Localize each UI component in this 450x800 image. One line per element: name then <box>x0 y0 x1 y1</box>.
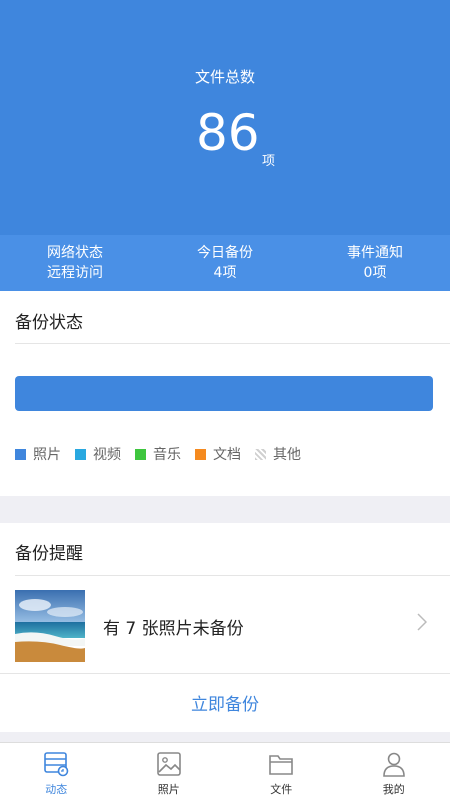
stat-today-backup-value: 4项 <box>213 265 237 281</box>
tab-label: 我的 <box>382 783 405 796</box>
legend-swatch <box>15 448 26 460</box>
backup-progress-bar <box>15 376 433 411</box>
tab-label: 文件 <box>270 783 293 796</box>
header-summary: 文件总数 86 项 <box>0 0 450 235</box>
total-files-unit: 项 <box>262 154 276 169</box>
divider <box>15 343 450 344</box>
folder-icon <box>269 755 294 775</box>
legend-swatch <box>135 448 146 460</box>
backup-now-button[interactable]: 立即备份 <box>0 673 450 732</box>
legend-label: 文档 <box>213 447 241 463</box>
legend-item-music: 音乐 <box>135 444 181 464</box>
stat-notifications-title: 事件通知 <box>347 245 403 261</box>
legend-item-other: 其他 <box>255 444 301 464</box>
legend-label: 其他 <box>273 447 301 463</box>
tab-bar: 动态 照片 文件 我的 <box>0 742 450 800</box>
user-icon <box>382 752 405 777</box>
stat-network[interactable]: 网络状态 远程访问 <box>0 235 150 291</box>
total-files-count: 86 <box>196 104 260 162</box>
backup-status-title: 备份状态 <box>15 313 83 333</box>
reminder-message: 有 7 张照片未备份 <box>103 619 244 639</box>
chevron-right-icon <box>417 612 428 636</box>
stat-network-title: 网络状态 <box>47 245 103 261</box>
legend-item-document: 文档 <box>195 444 241 464</box>
legend-item-video: 视频 <box>75 444 121 464</box>
legend-label: 音乐 <box>153 447 181 463</box>
legend-swatch <box>75 448 86 460</box>
stat-notifications-value: 0项 <box>363 265 387 281</box>
activity-icon <box>44 752 69 777</box>
stat-network-value: 远程访问 <box>47 265 103 281</box>
legend: 照片 视频 音乐 文档 其他 <box>15 444 315 464</box>
total-files-label: 文件总数 <box>194 68 255 86</box>
tab-activity[interactable]: 动态 <box>0 743 113 800</box>
tab-files[interactable]: 文件 <box>225 743 338 800</box>
tab-label: 照片 <box>157 783 180 796</box>
stat-notifications[interactable]: 事件通知 0项 <box>300 235 450 291</box>
stat-today-backup[interactable]: 今日备份 4项 <box>150 235 300 291</box>
photo-icon <box>156 752 181 776</box>
backup-status-card: 备份状态 照片 视频 音乐 文档 其他 <box>0 291 450 496</box>
stats-bar: 网络状态 远程访问 今日备份 4项 事件通知 0项 <box>0 235 450 291</box>
legend-swatch <box>255 448 266 460</box>
legend-label: 照片 <box>33 447 61 463</box>
backup-reminder-card: 备份提醒 有 7 张照片未备份 立即备份 <box>0 523 450 732</box>
tab-me[interactable]: 我的 <box>338 743 450 800</box>
tab-label: 动态 <box>45 783 68 796</box>
reminder-row[interactable]: 有 7 张照片未备份 <box>0 576 450 674</box>
backup-reminder-title: 备份提醒 <box>15 544 83 564</box>
tab-photos[interactable]: 照片 <box>113 743 226 800</box>
legend-item-photo: 照片 <box>15 444 61 464</box>
stat-today-backup-title: 今日备份 <box>197 245 253 261</box>
legend-swatch <box>195 448 206 460</box>
legend-label: 视频 <box>93 447 121 463</box>
beach-thumbnail <box>15 590 85 662</box>
